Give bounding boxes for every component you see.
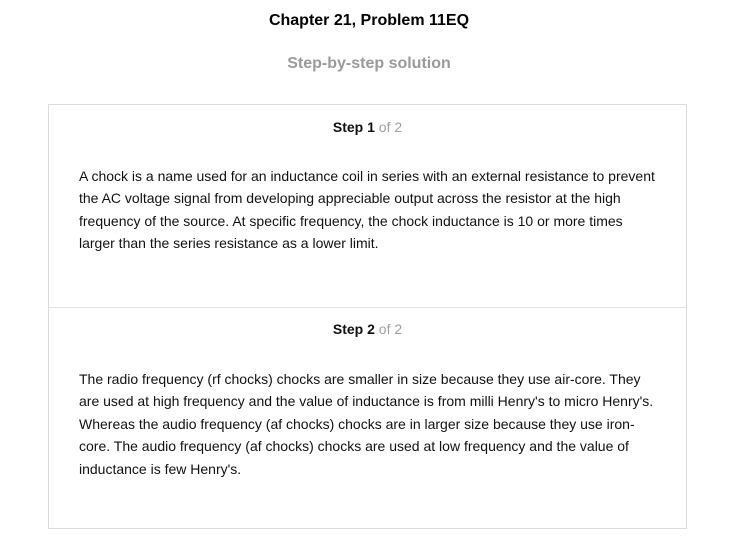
step-label: Step — [332, 119, 364, 135]
step-text-1: A chock is a name used for an inductance… — [79, 168, 655, 252]
step-header-1: Step 1 of 2 — [49, 119, 686, 135]
step-number: 1 — [367, 119, 375, 135]
step-block-2: Step 2 of 2 The radio frequency (rf choc… — [49, 307, 686, 528]
step-block-1: Step 1 of 2 A chock is a name used for a… — [49, 105, 686, 308]
page-title: Chapter 21, Problem 11EQ — [268, 12, 470, 29]
step-number: 2 — [367, 321, 375, 337]
step-total: of 2 — [378, 321, 403, 337]
solution-steps-panel: Step 1 of 2 A chock is a name used for a… — [48, 104, 687, 529]
step-total: of 2 — [378, 119, 403, 135]
solution-subtitle: Step-by-step solution — [287, 55, 451, 72]
step-header-2: Step 2 of 2 — [49, 321, 686, 337]
step-text-2: The radio frequency (rf chocks) chocks a… — [79, 371, 654, 477]
step-label: Step — [332, 321, 364, 337]
